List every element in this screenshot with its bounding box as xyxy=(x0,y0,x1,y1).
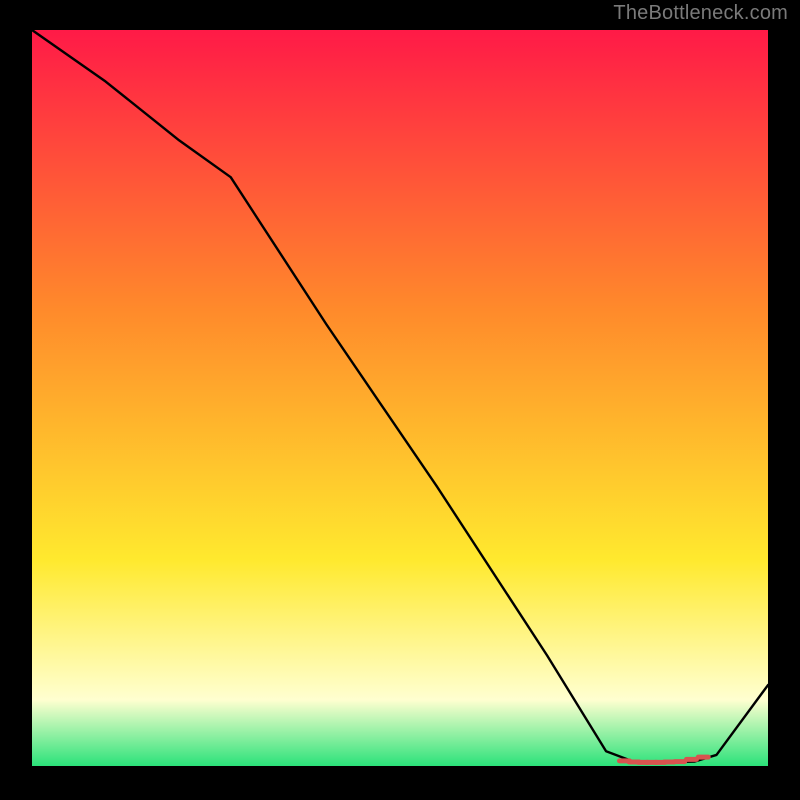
plot-svg xyxy=(32,30,768,766)
gradient-background xyxy=(32,30,768,766)
plot-area xyxy=(32,30,768,766)
chart-frame: TheBottleneck.com xyxy=(0,0,800,800)
attribution-text: TheBottleneck.com xyxy=(613,2,788,25)
